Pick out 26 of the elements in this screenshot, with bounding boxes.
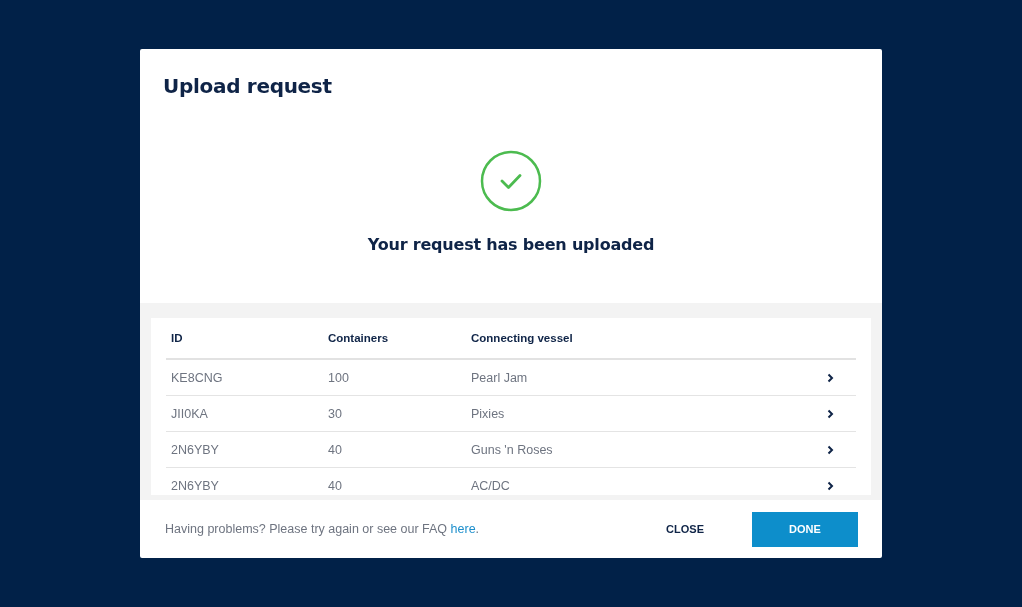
table-cell-text: 30 (328, 406, 343, 421)
faq-link[interactable]: here (450, 522, 476, 536)
table-cell-text: Pixies (471, 406, 506, 421)
close-button[interactable]: CLOSE (660, 522, 710, 536)
chevron-right-icon[interactable] (827, 480, 834, 491)
table-cell-text: 100 (328, 370, 350, 385)
success-check-icon (480, 150, 542, 212)
table-cell-text: AC/DC (471, 478, 511, 493)
column-header: Containers (328, 332, 390, 344)
table-cell-text: 2N6YBY (170, 478, 220, 493)
column-header: Connecting vessel (471, 332, 574, 344)
table-cell-text: 40 (328, 442, 343, 457)
chevron-right-icon[interactable] (827, 444, 834, 455)
success-message: Your request has been uploaded (367, 235, 655, 254)
done-button[interactable]: DONE (752, 511, 858, 547)
table-cell-text: KE8CNG (170, 370, 224, 385)
table-cell-text: 2N6YBY (170, 442, 220, 457)
table-cell-text: JII0KA (170, 406, 209, 421)
chevron-right-icon[interactable] (827, 408, 834, 419)
dialog-title: Upload request (163, 74, 332, 98)
table-cell-text: Pearl Jam (471, 370, 529, 385)
table-cell-text: 40 (328, 478, 343, 493)
column-header: ID (170, 332, 184, 344)
help-text: Having problems? Please try again or see our FAQ here. (165, 522, 481, 536)
table-cell-text: Guns 'n Roses (471, 442, 554, 457)
chevron-right-icon[interactable] (827, 372, 834, 383)
